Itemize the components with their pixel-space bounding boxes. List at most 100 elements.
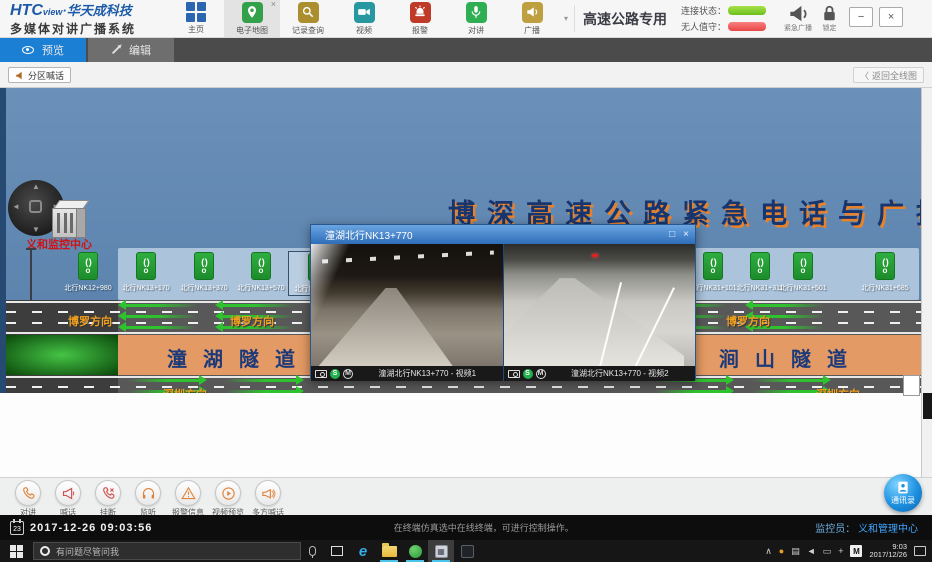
megaphone-icon <box>61 486 76 501</box>
phone-station[interactable]: ( ) o 北行NK13+570 <box>231 251 291 294</box>
phone-station[interactable]: ( ) o 北行NK12+980 <box>58 251 118 294</box>
video-pane-1[interactable]: S M 潼湖北行NK13+770 - 视频1 <box>311 244 503 381</box>
file-explorer-button[interactable] <box>376 540 402 562</box>
stream-s-badge[interactable]: S <box>523 369 533 379</box>
back-to-fullmap-button[interactable]: 〈 返回全线图 <box>853 67 924 83</box>
task-view-icon <box>331 546 343 556</box>
tray-volume-icon[interactable]: ◄ <box>807 546 816 556</box>
tray-chevron-icon[interactable]: ∧ <box>765 546 772 556</box>
edge-button[interactable]: e <box>350 540 376 562</box>
headset-icon <box>141 486 156 501</box>
operator-name-link[interactable]: 义和管理中心 <box>858 524 918 535</box>
phone-station[interactable]: ( ) o 北行NK31+685 <box>855 251 915 294</box>
tab-preview[interactable]: 预览 <box>0 38 86 62</box>
address-book-icon <box>896 481 910 494</box>
stream-s-badge[interactable]: S <box>330 369 340 379</box>
tray-network-icon[interactable]: ▤ <box>791 546 800 556</box>
back-arrow-icon: 〈 <box>860 69 869 82</box>
tab-edit[interactable]: 编辑 <box>88 38 174 62</box>
dark-app-button[interactable] <box>454 540 480 562</box>
control-center-building-icon[interactable] <box>52 200 88 240</box>
popup-maximize-icon[interactable]: □ <box>669 230 675 240</box>
talk-button[interactable]: 对讲 <box>8 480 48 518</box>
emergency-broadcast-button[interactable]: 紧急广播 <box>784 5 812 33</box>
menu-records[interactable]: 记录查询 <box>280 0 336 37</box>
mic-tray-icon[interactable] <box>309 546 316 556</box>
close-tab-icon[interactable]: × <box>271 0 276 9</box>
tray-display-icon[interactable]: ▭ <box>823 546 832 556</box>
tunnel-camera-feed-2 <box>504 244 696 366</box>
folder-icon <box>382 546 397 557</box>
tunnel-road-surface <box>319 288 453 366</box>
edge-icon: e <box>359 544 367 559</box>
scrollbar-thumb[interactable] <box>923 393 932 419</box>
ptz-up-icon[interactable]: ▲ <box>32 182 40 191</box>
taskbar-search[interactable]: 有问题尽管问我 <box>33 542 301 560</box>
popup-titlebar[interactable]: 潼湖北行NK13+770 □ × <box>311 225 695 244</box>
unattended-indicator <box>728 22 766 31</box>
direction-label-boluo: 博罗方向 <box>230 313 274 329</box>
menu-broadcast[interactable]: 广播 <box>504 0 560 37</box>
input-method-icon[interactable]: M <box>850 545 862 557</box>
taskbar-clock[interactable]: 9:03 2017/12/26 <box>869 543 907 560</box>
video-pane-2[interactable]: S M 潼湖北行NK13+770 - 视频2 <box>504 244 696 381</box>
video-preview-button[interactable]: 视频预览 <box>208 480 248 518</box>
tray-plus-icon[interactable]: + <box>838 546 843 556</box>
phone-station[interactable]: ( ) o 北行NK13+170 <box>116 251 176 294</box>
home-icon <box>186 2 206 22</box>
scroll-corner-box[interactable] <box>903 375 920 396</box>
snapshot-icon[interactable] <box>315 370 327 378</box>
close-button[interactable]: × <box>879 7 903 27</box>
task-view-button[interactable] <box>324 540 350 562</box>
menu-intercom[interactable]: 对讲 <box>448 0 504 37</box>
separator <box>574 5 575 32</box>
eye-icon <box>22 46 34 54</box>
menu-more-icon[interactable]: ▾ <box>564 14 568 23</box>
snapshot-icon[interactable] <box>508 370 520 378</box>
menu-home[interactable]: 主页 <box>168 0 224 37</box>
phone-station[interactable]: ( ) o 北行NK31+501 <box>773 251 833 294</box>
multi-shout-button[interactable]: 多方喊话 <box>248 480 288 518</box>
monitor-button[interactable]: 监听 <box>128 480 168 518</box>
camera-icon <box>354 2 375 23</box>
minimize-button[interactable]: − <box>849 7 873 27</box>
tray-status-dot-icon[interactable]: ● <box>779 546 784 556</box>
popup-close-icon[interactable]: × <box>683 230 689 240</box>
status-hint: 在终端仿真选中在线终端，可进行控制操作。 <box>152 521 815 534</box>
menu-video[interactable]: 视频 <box>336 0 392 37</box>
shout-button[interactable]: 喊话 <box>48 480 88 518</box>
pencil-icon <box>112 46 120 54</box>
emergency-phone-icon: ( ) o <box>78 252 98 280</box>
video-popup-window[interactable]: 潼湖北行NK13+770 □ × S M 潼湖北行NK13+770 - 视频1 <box>310 224 696 380</box>
direction-label-shenzhen: 深圳方向 <box>163 386 207 393</box>
active-app-button[interactable]: ▦ <box>428 540 454 562</box>
stream-m-badge[interactable]: M <box>343 369 353 379</box>
notification-center-icon[interactable] <box>914 546 926 556</box>
phone-station[interactable]: ( ) o 北行NK13+370 <box>174 251 234 294</box>
emergency-phone-icon: ( ) o <box>251 252 271 280</box>
ptz-down-icon[interactable]: ▼ <box>32 225 40 234</box>
play-icon <box>221 486 236 501</box>
emergency-phone-icon: ( ) o <box>875 252 895 280</box>
app-logo: HTCview·华天成科技 多媒体对讲广播系统 <box>0 0 160 37</box>
start-button[interactable] <box>10 545 23 558</box>
tunnel-ceiling-lights <box>322 250 494 263</box>
stream-m-badge[interactable]: M <box>536 369 546 379</box>
vertical-scrollbar[interactable] <box>921 88 932 477</box>
ptz-center-icon[interactable] <box>29 200 42 213</box>
alarm-info-button[interactable]: 报警信息 <box>168 480 208 518</box>
unattended-label: 无人值守： <box>681 20 726 33</box>
green-app-button[interactable] <box>402 540 428 562</box>
emergency-phone-icon: ( ) o <box>194 252 214 280</box>
menu-alarm[interactable]: 报警 <box>392 0 448 37</box>
view-tabbar: 预览 编辑 <box>0 38 932 62</box>
ptz-left-icon[interactable]: ◄ <box>12 202 20 211</box>
lock-button[interactable]: 锁定 <box>822 5 837 33</box>
magnifier-icon <box>298 2 319 23</box>
station-label: 北行NK13+370 <box>180 283 227 293</box>
menu-emap[interactable]: × 电子地图 <box>224 0 280 37</box>
phone-icon <box>21 486 36 501</box>
zone-call-button[interactable]: 分区喊话 <box>8 67 71 83</box>
hangup-button[interactable]: 挂断 <box>88 480 128 518</box>
contacts-button[interactable]: 通讯录 <box>884 474 922 512</box>
